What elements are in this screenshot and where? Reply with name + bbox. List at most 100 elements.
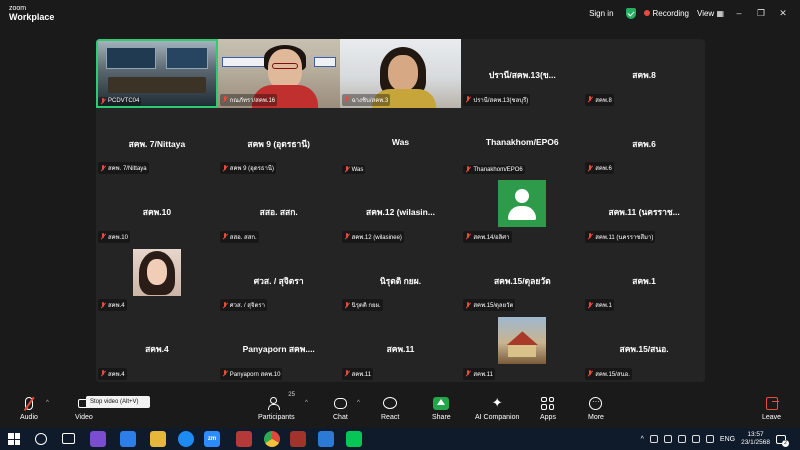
- participant-tile[interactable]: สคพ.15/ดุลยวัต สคพ.15/ดุลยวัต: [461, 244, 584, 314]
- participant-name: สคพ.15/ดุลยวัต: [493, 275, 551, 286]
- sign-in-link[interactable]: Sign in: [589, 9, 613, 18]
- participant-tile[interactable]: สคพ.11: [461, 313, 584, 382]
- participant-tile[interactable]: สคพ.12 (wilasin... สคพ.12 (wilasinee): [339, 176, 462, 245]
- participant-tile[interactable]: สคพ.11 (นครราช... สคพ.11 (นครราชสีมา): [583, 176, 705, 245]
- apps-label: Apps: [540, 414, 556, 421]
- participant-tile[interactable]: Thanakhom/EPO6 Thanakhom/EPO6: [461, 107, 584, 177]
- battery-icon[interactable]: [705, 435, 714, 443]
- shield-icon[interactable]: [625, 7, 636, 19]
- share-button[interactable]: Share: [432, 394, 451, 426]
- chrome-icon[interactable]: [264, 431, 280, 447]
- participant-label-text: สคพ.11: [351, 371, 372, 378]
- clock[interactable]: 13:57 23/1/2568: [741, 431, 770, 447]
- app-icon-3[interactable]: [290, 431, 306, 447]
- mic-muted-icon: [344, 301, 350, 309]
- app-icon-1[interactable]: [90, 431, 106, 447]
- participant-tile[interactable]: สคพ.15/สนอ. สคพ.15/สนอ.: [583, 313, 705, 382]
- line-app-icon[interactable]: [346, 431, 362, 447]
- participant-name: สคพ.6: [632, 138, 656, 149]
- participant-name: Was: [391, 136, 410, 147]
- participant-tile[interactable]: Was Was: [339, 107, 462, 177]
- participant-tile[interactable]: สคพ.1 สคพ.1: [583, 244, 705, 314]
- wifi-icon[interactable]: [677, 435, 686, 443]
- participant-tile[interactable]: สคพ.4: [96, 244, 218, 314]
- participant-tile[interactable]: กณภัทรา/สคพ.16: [217, 39, 340, 109]
- participant-tile[interactable]: สสอ. สสก. สสอ. สสก.: [217, 176, 340, 245]
- participant-label: สคพ.15/สนอ.: [585, 367, 632, 380]
- word-icon[interactable]: [318, 431, 334, 447]
- leave-icon: [765, 396, 779, 410]
- mic-muted-icon: [222, 164, 228, 172]
- edge-icon[interactable]: [178, 431, 194, 447]
- react-button[interactable]: React: [381, 394, 399, 426]
- stop-video-tooltip: Stop video (Alt+V): [86, 396, 150, 408]
- participant-label: กณภัทรา/สคพ.16: [219, 93, 278, 106]
- tray-icon-1[interactable]: [649, 435, 658, 443]
- participant-tile[interactable]: ฉางชิบ/สคพ.3: [339, 39, 462, 109]
- speaker-icon[interactable]: [691, 435, 700, 443]
- participant-tile[interactable]: ปรานี/สคพ.13(ข... ปรานี/สคพ.13(ชลบุรี): [461, 39, 584, 108]
- close-button[interactable]: ✕: [776, 8, 790, 19]
- participant-tile[interactable]: สคพ. 7/Nittaya สคพ. 7/Nittaya: [96, 107, 218, 177]
- participant-label-text: Was: [351, 166, 364, 173]
- chat-button[interactable]: Chat: [333, 394, 348, 426]
- app-icon-2[interactable]: [236, 431, 252, 447]
- participant-tile[interactable]: สคพ 9 (อุดรธานี) สคพ 9 (อุดรธานี): [217, 107, 340, 177]
- participant-tile[interactable]: ศวส. / สุจิตรา ศวส. / สุจิตรา: [217, 244, 340, 314]
- participant-name: สคพ.15/สนอ.: [619, 344, 669, 355]
- participant-label: สคพ.11: [463, 367, 495, 380]
- participant-label: สคพ.11: [341, 367, 374, 380]
- tray-icon-2[interactable]: [663, 435, 672, 443]
- minimize-button[interactable]: –: [732, 8, 746, 18]
- audio-button[interactable]: Audio: [20, 394, 38, 426]
- participant-label: สคพ. 7/Nittaya: [98, 162, 149, 175]
- participant-name: สคพ. 7/Nittaya: [128, 138, 186, 149]
- tray-overflow-icon[interactable]: ^: [641, 436, 644, 443]
- participant-label: ปรานี/สคพ.13(ชลบุรี): [463, 93, 531, 106]
- folder-icon[interactable]: [150, 431, 166, 447]
- participants-button[interactable]: 25 Participants: [258, 392, 295, 426]
- participant-name: นิรุตติ กยผ.: [379, 275, 422, 286]
- more-button[interactable]: ··· More: [588, 394, 604, 426]
- participants-options-caret-icon[interactable]: ^: [305, 400, 308, 406]
- leave-button[interactable]: Leave: [762, 394, 781, 426]
- language-indicator[interactable]: ENG: [720, 436, 735, 443]
- ai-companion-button[interactable]: ✦ AI Companion: [475, 394, 519, 426]
- chat-options-caret-icon[interactable]: ^: [357, 400, 360, 406]
- task-view-icon[interactable]: [62, 433, 75, 444]
- zoom-app-icon[interactable]: zm: [204, 431, 220, 447]
- view-button[interactable]: View ▦: [697, 9, 724, 18]
- mic-muted-icon: [222, 370, 228, 377]
- participant-label-text: ศวส. / สุจิตรา: [229, 303, 265, 310]
- participant-tile[interactable]: สคพ.14/อลิศา: [461, 176, 584, 245]
- participant-label: สคพ.15/ดุลยวัต: [463, 299, 516, 312]
- participant-tile[interactable]: สคพ.11 สคพ.11: [339, 313, 462, 382]
- participant-tile[interactable]: นิรุตติ กยผ. นิรุตติ กยผ.: [339, 244, 462, 314]
- participant-tile[interactable]: Panyaporn สคพ.... Panyaporn สคพ.10: [217, 313, 340, 382]
- participant-label: สคพ.4: [98, 367, 127, 380]
- participant-tile[interactable]: สคพ.4 สคพ.4: [96, 313, 218, 382]
- mic-muted-icon: [344, 166, 350, 173]
- participant-tile[interactable]: สคพ.10 สคพ.10: [96, 176, 218, 245]
- brand-line2: Workplace: [9, 12, 55, 22]
- participant-label-text: Thanakhom/EPO6: [473, 166, 523, 173]
- mic-muted-icon: [100, 301, 106, 309]
- participant-name: ศวส. / สุจิตรา: [253, 275, 304, 286]
- participant-tile[interactable]: PCDVTC04: [96, 39, 218, 108]
- mic-muted-icon: [587, 233, 593, 240]
- audio-options-caret-icon[interactable]: ^: [46, 400, 49, 406]
- participant-label: สคพ.10: [98, 230, 130, 243]
- recording-indicator[interactable]: Recording: [643, 9, 689, 18]
- maximize-button[interactable]: ❐: [754, 8, 768, 19]
- participant-name: สคพ.12 (wilasin...: [366, 207, 435, 218]
- mail-icon[interactable]: [120, 431, 136, 447]
- windows-start-icon[interactable]: [8, 433, 20, 445]
- notification-icon[interactable]: 2: [776, 434, 789, 447]
- participant-label: สคพ.12 (wilasinee): [341, 230, 404, 243]
- participant-tile[interactable]: สคพ.8 สคพ.8: [583, 39, 705, 108]
- participant-label-text: สคพ.1: [595, 303, 612, 310]
- participant-tile[interactable]: สคพ.6 สคพ.6: [583, 107, 705, 177]
- apps-button[interactable]: Apps: [540, 394, 556, 426]
- search-icon[interactable]: [35, 433, 47, 445]
- participant-name: Panyaporn สคพ....: [242, 344, 315, 355]
